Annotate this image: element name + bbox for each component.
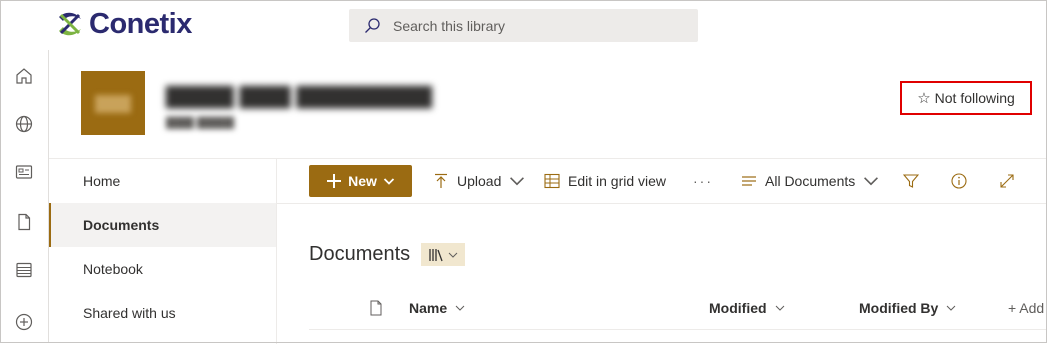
upload-label: Upload [457,173,502,189]
search-icon [365,17,380,33]
expand-button[interactable] [999,159,1015,203]
library-title: Documents [309,243,411,265]
new-button[interactable]: New [309,165,412,197]
chevron-down-icon [864,177,879,186]
name-column-label: Name [409,300,448,316]
globe-icon[interactable] [12,112,36,136]
follow-button[interactable]: ☆ Not following [900,81,1032,115]
modified-by-column-label: Modified By [859,300,939,316]
follow-label: Not following [934,90,1015,106]
chevron-down-icon [510,177,525,186]
header-divider [309,329,1047,330]
star-outline-icon: ☆ [917,89,931,107]
info-icon [951,173,967,189]
edit-grid-view-button[interactable]: Edit in grid view [544,159,666,203]
view-options-button[interactable] [421,243,465,266]
expand-icon [1000,174,1014,188]
site-logo[interactable] [81,71,145,135]
left-nav: Home Documents Notebook Shared with us [49,158,277,344]
more-actions-button[interactable]: ··· [693,159,713,203]
more-icon: ··· [693,173,713,189]
home-icon[interactable] [12,64,36,88]
nav-item-label: Shared with us [83,305,176,321]
nav-item-label: Documents [83,217,160,233]
filter-button[interactable] [903,159,919,203]
list-icon[interactable] [12,258,36,282]
chevron-down-icon [946,305,956,311]
modified-column-header[interactable]: Modified [709,290,785,326]
library-icon [429,248,443,261]
info-button[interactable] [951,159,967,203]
file-icon[interactable] [12,210,36,234]
file-type-icon [370,300,382,316]
nav-item-label: Notebook [83,261,143,277]
nav-item-notebook[interactable]: Notebook [49,247,276,291]
search-box[interactable] [349,9,698,42]
nav-item-label: Home [83,173,121,189]
lines-icon [742,176,756,186]
upload-button[interactable]: Upload [433,159,525,203]
edit-grid-view-label: Edit in grid view [568,173,667,189]
view-switcher-label: All Documents [765,173,856,189]
modified-column-label: Modified [709,300,767,316]
conetix-logo-icon [59,12,81,36]
filter-icon [903,174,919,188]
nav-item-documents[interactable]: Documents [49,203,276,247]
chevron-down-icon [448,252,458,258]
site-title-redacted: ▇▇▇▇ ▇▇▇ ▇▇▇▇▇▇▇▇ [166,83,433,108]
chevron-down-icon [455,305,465,311]
grid-icon [544,173,560,189]
view-switcher[interactable]: All Documents [741,159,879,203]
chevron-down-icon [775,305,784,311]
command-bar: New Upload Edit in grid view ··· All Doc… [277,158,1047,204]
plus-icon [327,174,342,188]
add-column-label: + Add [1008,300,1045,316]
upload-icon [435,173,447,188]
chevron-down-icon [383,178,395,185]
brand-logo[interactable]: Conetix [55,6,192,42]
brand-name: Conetix [89,7,192,40]
top-bar: Conetix [0,0,1047,50]
name-column-header[interactable]: Name [409,290,465,326]
modified-by-column-header[interactable]: Modified By [859,290,956,326]
new-button-label: New [348,173,377,189]
search-input[interactable] [391,16,675,35]
nav-item-home[interactable]: Home [49,159,276,203]
news-icon[interactable] [12,160,36,184]
app-rail [0,50,49,343]
add-circle-icon[interactable] [12,310,36,334]
site-subtitle-redacted: ▇▇▇ ▇▇▇▇ [166,115,234,129]
nav-item-shared-with-us[interactable]: Shared with us [49,291,276,335]
file-type-column-header[interactable] [368,290,384,326]
add-column-button[interactable]: + Add [1008,290,1044,326]
